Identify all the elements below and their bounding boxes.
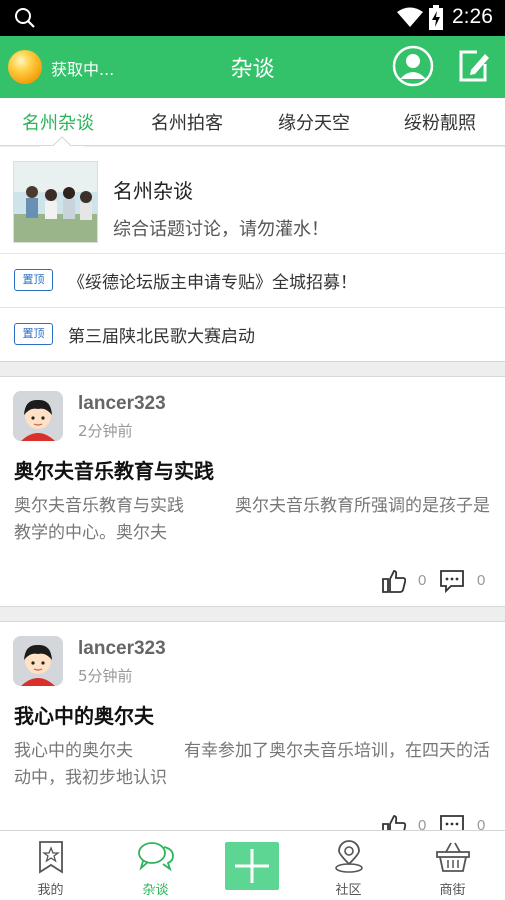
pinned-post[interactable]: 置顶 《绥德论坛版主申请专贴》全城招募！	[0, 253, 505, 307]
bookmark-star-icon	[38, 841, 63, 874]
forum-info-card: 名州杂谈 综合话题讨论，请勿灌水！ 置顶 《绥德论坛版主申请专贴》全城招募！ 置…	[0, 147, 505, 362]
post-time: 2分钟前	[78, 422, 133, 440]
status-bar: 2:26	[0, 0, 505, 36]
forum-name: 名州杂谈	[113, 179, 193, 203]
bottom-navigation: 我的 杂谈 社区 商街	[0, 830, 505, 900]
post-time: 5分钟前	[78, 667, 133, 685]
plus-icon	[235, 849, 269, 883]
tab-yuanfen-tiankong[interactable]: 缘分天空	[278, 109, 350, 135]
search-icon[interactable]	[14, 7, 36, 33]
avatar[interactable]	[13, 636, 63, 686]
forum-cover-image[interactable]	[13, 161, 98, 243]
nav-item-shop[interactable]: 商街	[402, 831, 503, 900]
pinned-badge: 置顶	[14, 323, 53, 345]
category-tabs: 名州杂谈 名州拍客 缘分天空 绥粉靓照	[0, 98, 505, 146]
user-profile-icon[interactable]	[392, 45, 434, 91]
like-count: 0	[418, 572, 427, 589]
nav-label: 商街	[439, 883, 466, 898]
post-card[interactable]: lancer323 5分钟前 我心中的奥尔夫 我心中的奥尔夫 有幸参加了奥尔夫音…	[0, 621, 505, 841]
pinned-badge: 置顶	[14, 269, 53, 291]
post-excerpt: 我心中的奥尔夫 有幸参加了奥尔夫音乐培训，在四天的活动中，我初步地认识	[14, 741, 490, 788]
pinned-post[interactable]: 置顶 第三届陕北民歌大赛启动	[0, 307, 505, 361]
comment-icon[interactable]	[439, 568, 465, 598]
post-title[interactable]: 奥尔夫音乐教育与实践	[14, 455, 214, 484]
post-excerpt: 奥尔夫音乐教育与实践 奥尔夫音乐教育所强调的是孩子是教学的中心。奥尔夫	[14, 496, 490, 543]
tab-mingzhou-paike[interactable]: 名州拍客	[151, 109, 223, 135]
post-card[interactable]: lancer323 2分钟前 奥尔夫音乐教育与实践 奥尔夫音乐教育与实践 奥尔夫…	[0, 376, 505, 607]
nav-item-mine[interactable]: 我的	[0, 831, 101, 900]
app-header: 获取中... 杂谈	[0, 36, 505, 98]
post-author[interactable]: lancer323	[78, 393, 166, 415]
clock: 2:26	[452, 5, 493, 28]
post-author[interactable]: lancer323	[78, 638, 166, 660]
compose-icon[interactable]	[457, 48, 491, 88]
tab-mingzhou-zatan[interactable]: 名州杂谈	[22, 109, 94, 135]
nav-item-zatan[interactable]: 杂谈	[105, 831, 206, 900]
shopping-basket-icon	[435, 842, 470, 872]
pinned-post-title[interactable]: 第三届陕北民歌大赛启动	[68, 322, 255, 347]
wifi-icon	[396, 6, 424, 32]
add-post-button[interactable]	[225, 842, 279, 890]
nav-label: 我的	[37, 883, 64, 898]
post-title[interactable]: 我心中的奥尔夫	[14, 700, 154, 729]
location-pin-icon	[334, 840, 363, 873]
battery-icon	[428, 5, 444, 35]
chat-bubbles-icon	[137, 842, 174, 872]
avatar[interactable]	[13, 391, 63, 441]
post-actions: 0 0	[381, 568, 491, 594]
forum-description: 综合话题讨论，请勿灌水！	[113, 219, 329, 240]
pinned-post-title[interactable]: 《绥德论坛版主申请专贴》全城招募！	[68, 268, 357, 293]
tab-suifen-liangzhao[interactable]: 绥粉靓照	[404, 109, 476, 135]
nav-label: 社区	[335, 883, 362, 898]
nav-item-community[interactable]: 社区	[298, 831, 399, 900]
nav-label: 杂谈	[142, 883, 169, 898]
like-icon[interactable]	[381, 568, 407, 598]
comment-count: 0	[477, 572, 486, 589]
